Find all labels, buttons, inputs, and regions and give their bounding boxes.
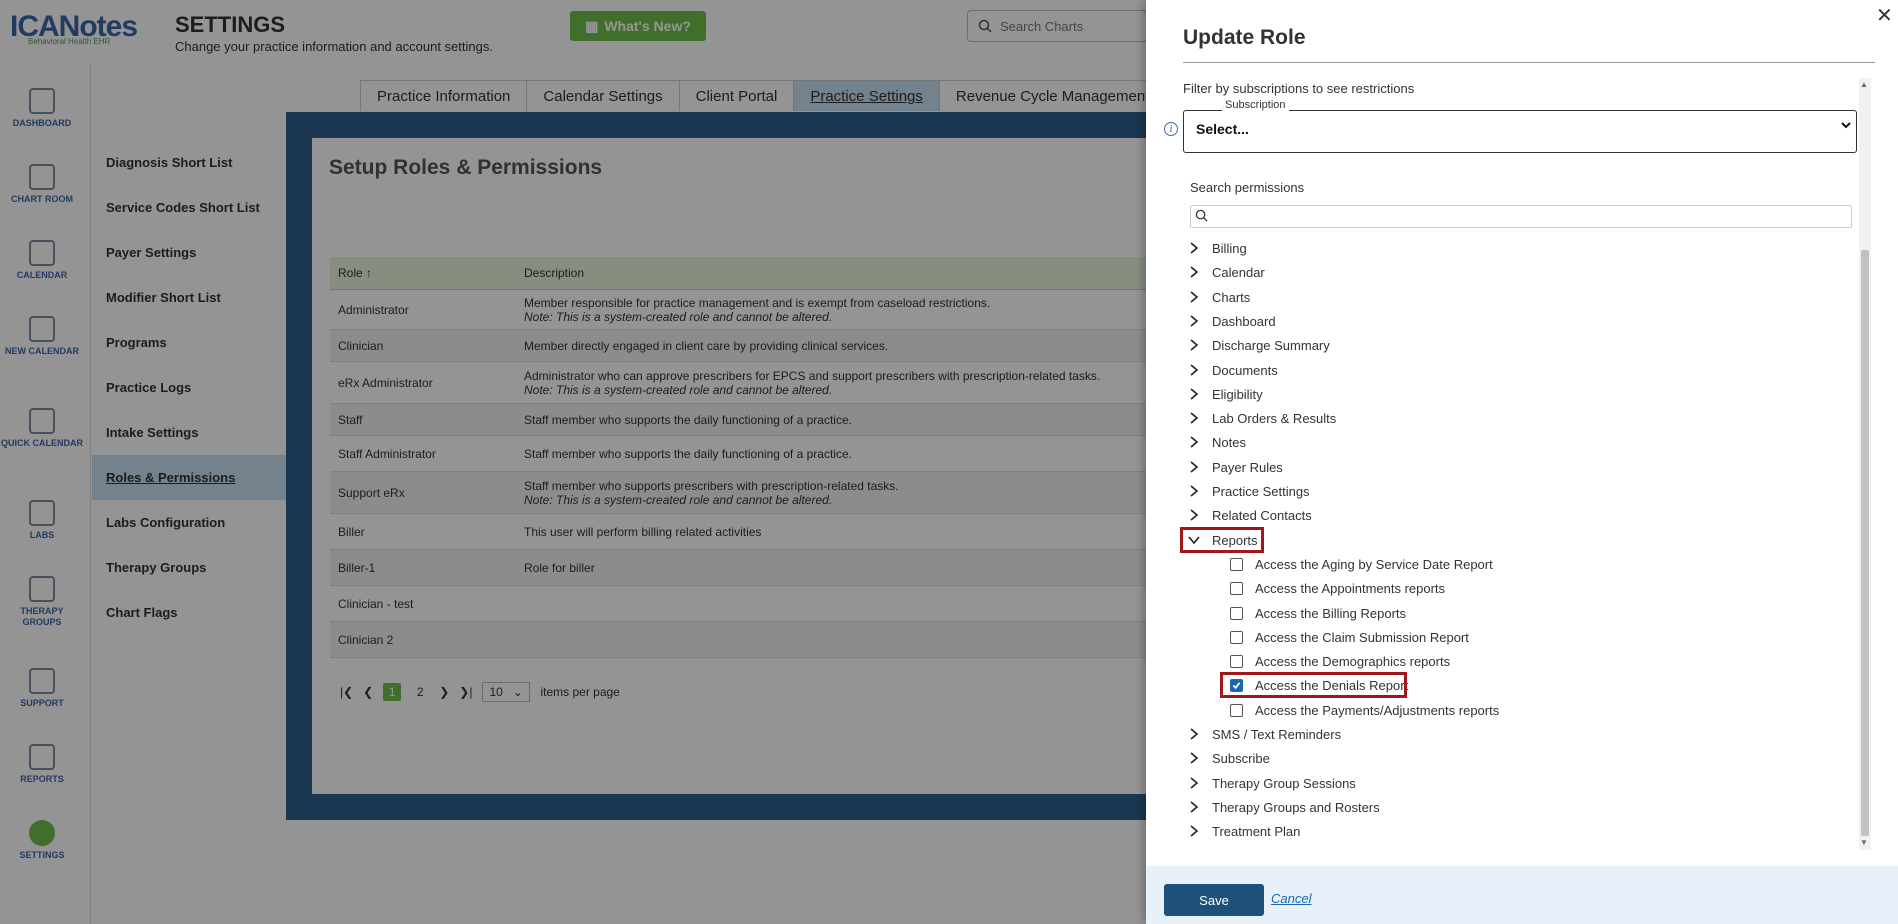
scroll-up-icon[interactable]: ▲ [1860, 80, 1868, 89]
permission-category-label: Practice Settings [1212, 483, 1310, 499]
scroll-down-icon[interactable]: ▼ [1860, 838, 1868, 847]
chevron-right-icon[interactable] [1186, 823, 1202, 839]
filter-subscriptions-label: Filter by subscriptions to see restricti… [1183, 81, 1415, 96]
subscription-selected-value: Select... [1196, 121, 1249, 137]
report-permission-item[interactable]: Access the Aging by Service Date Report [1230, 554, 1493, 574]
reports-highlight [1180, 527, 1264, 553]
chevron-right-icon[interactable] [1186, 507, 1202, 523]
permission-category-lab-orders-results[interactable]: Lab Orders & Results [1186, 408, 1336, 428]
chevron-right-icon[interactable] [1186, 337, 1202, 353]
chevron-right-icon[interactable] [1186, 434, 1202, 450]
permission-label: Access the Appointments reports [1255, 580, 1446, 596]
report-permission-item[interactable]: Access the Demographics reports [1230, 651, 1450, 671]
permission-category-related-contacts[interactable]: Related Contacts [1186, 505, 1312, 525]
permission-category-dashboard[interactable]: Dashboard [1186, 311, 1276, 331]
permission-category-label: Payer Rules [1212, 459, 1283, 475]
chevron-right-icon[interactable] [1186, 483, 1202, 499]
permission-label: Access the Claim Submission Report [1255, 629, 1469, 645]
report-permission-item[interactable]: Access the Billing Reports [1230, 603, 1406, 623]
search-permissions-label: Search permissions [1190, 180, 1305, 195]
permission-category-label: Therapy Groups and Rosters [1212, 799, 1380, 815]
permission-category-label: Discharge Summary [1212, 337, 1330, 353]
permission-checkbox[interactable] [1230, 654, 1243, 668]
save-button[interactable]: Save [1164, 884, 1264, 916]
permission-checkbox[interactable] [1230, 581, 1243, 595]
permission-category-label: SMS / Text Reminders [1212, 726, 1342, 742]
permission-category-subscribe[interactable]: Subscribe [1186, 748, 1270, 768]
chevron-down-icon [1840, 118, 1852, 134]
chevron-right-icon[interactable] [1186, 410, 1202, 426]
permission-category-label: Treatment Plan [1212, 823, 1301, 839]
chevron-right-icon[interactable] [1186, 799, 1202, 815]
denials-report-highlight [1220, 672, 1407, 698]
chevron-right-icon[interactable] [1186, 289, 1202, 305]
permission-checkbox[interactable] [1230, 703, 1243, 717]
cancel-link[interactable]: Cancel [1271, 891, 1311, 906]
chevron-right-icon[interactable] [1186, 775, 1202, 791]
permission-category-label: Billing [1212, 240, 1247, 256]
permission-category-eligibility[interactable]: Eligibility [1186, 384, 1263, 404]
permission-category-payer-rules[interactable]: Payer Rules [1186, 457, 1283, 477]
search-permissions-input[interactable] [1190, 205, 1852, 228]
permission-category-sms-text-reminders[interactable]: SMS / Text Reminders [1186, 724, 1341, 744]
chevron-right-icon[interactable] [1186, 750, 1202, 766]
close-icon[interactable]: ✕ [1876, 6, 1893, 26]
subscription-legend: Subscription [1222, 99, 1289, 111]
permission-category-treatment-plan[interactable]: Treatment Plan [1186, 821, 1300, 841]
permission-label: Access the Payments/Adjustments reports [1255, 702, 1500, 718]
permission-category-therapy-groups-and-rosters[interactable]: Therapy Groups and Rosters [1186, 797, 1380, 817]
permission-category-label: Documents [1212, 362, 1278, 378]
chevron-right-icon[interactable] [1186, 362, 1202, 378]
search-icon [1195, 209, 1208, 227]
permission-category-therapy-group-sessions[interactable]: Therapy Group Sessions [1186, 773, 1356, 793]
permission-category-label: Notes [1212, 434, 1246, 450]
permission-category-label: Calendar [1212, 264, 1265, 280]
permission-checkbox[interactable] [1230, 630, 1243, 644]
report-permission-item[interactable]: Access the Payments/Adjustments reports [1230, 700, 1499, 720]
drawer-title: Update Role [1183, 26, 1306, 49]
permission-category-label: Eligibility [1212, 386, 1263, 402]
chevron-right-icon[interactable] [1186, 313, 1202, 329]
permission-label: Access the Billing Reports [1255, 605, 1407, 621]
chevron-right-icon[interactable] [1186, 386, 1202, 402]
permission-category-discharge-summary[interactable]: Discharge Summary [1186, 335, 1330, 355]
permission-category-label: Therapy Group Sessions [1212, 775, 1356, 791]
info-icon[interactable]: i [1164, 122, 1178, 136]
chevron-right-icon[interactable] [1186, 240, 1202, 256]
permission-category-label: Dashboard [1212, 313, 1276, 329]
chevron-right-icon[interactable] [1186, 264, 1202, 280]
chevron-right-icon[interactable] [1186, 726, 1202, 742]
permission-category-practice-settings[interactable]: Practice Settings [1186, 481, 1310, 501]
permission-category-label: Lab Orders & Results [1212, 410, 1337, 426]
permission-category-label: Related Contacts [1212, 507, 1312, 523]
permission-category-calendar[interactable]: Calendar [1186, 262, 1265, 282]
permission-category-label: Subscribe [1212, 750, 1270, 766]
divider [1183, 62, 1875, 63]
permission-label: Access the Demographics reports [1255, 653, 1451, 669]
permission-category-notes[interactable]: Notes [1186, 432, 1246, 452]
permission-category-label: Charts [1212, 289, 1251, 305]
subscription-select[interactable] [1183, 110, 1857, 153]
permission-checkbox[interactable] [1230, 557, 1243, 571]
permission-category-charts[interactable]: Charts [1186, 287, 1250, 307]
report-permission-item[interactable]: Access the Appointments reports [1230, 578, 1445, 598]
permission-label: Access the Aging by Service Date Report [1255, 556, 1493, 572]
drawer-scroll-thumb[interactable] [1861, 250, 1869, 836]
chevron-right-icon[interactable] [1186, 459, 1202, 475]
modal-overlay[interactable] [0, 0, 1146, 924]
permission-category-documents[interactable]: Documents [1186, 360, 1278, 380]
permission-checkbox[interactable] [1230, 606, 1243, 620]
permission-category-billing[interactable]: Billing [1186, 238, 1247, 258]
report-permission-item[interactable]: Access the Claim Submission Report [1230, 627, 1469, 647]
